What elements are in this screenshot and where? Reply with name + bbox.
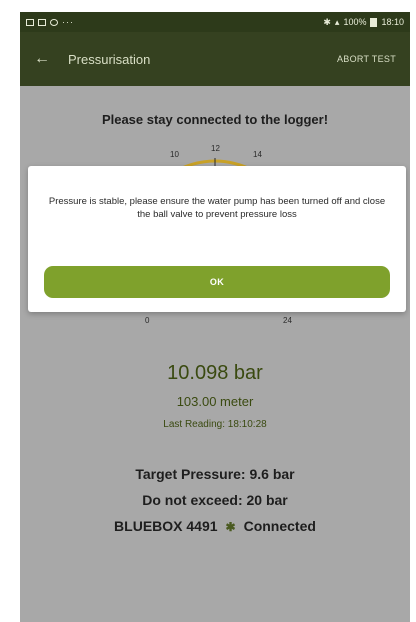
- last-reading-time: Last Reading: 18:10:28: [163, 419, 267, 430]
- status-right: ✱ ▴ 100% 18:10: [323, 17, 404, 28]
- gauge-bottom: 0 24: [20, 312, 410, 328]
- status-bar: ··· ✱ ▴ 100% 18:10: [20, 12, 410, 32]
- bluetooth-icon: ✱: [225, 520, 236, 534]
- battery-percent: 100%: [343, 17, 367, 27]
- pressure-reading: 10.098 bar: [167, 362, 263, 384]
- ok-button[interactable]: OK: [44, 266, 390, 298]
- page-title: Pressurisation: [68, 51, 151, 67]
- gauge-tick-label: 24: [283, 316, 292, 325]
- status-left: ···: [26, 17, 74, 27]
- device-name: BLUEBOX 4491: [114, 518, 218, 534]
- bluetooth-icon: ✱: [323, 16, 331, 27]
- max-pressure: Do not exceed: 20 bar: [142, 492, 288, 508]
- connection-status: Connected: [243, 518, 316, 534]
- connection-warning: Please stay connected to the logger!: [101, 112, 329, 127]
- device-screen: ··· ✱ ▴ 100% 18:10 ← Pressurisation ABOR…: [20, 12, 410, 622]
- gauge-tick-label: 14: [253, 150, 262, 159]
- gauge-tick-label: 0: [145, 316, 150, 325]
- meter-reading: 103.00 meter: [176, 394, 254, 409]
- battery-icon: [370, 17, 378, 27]
- abort-test-button[interactable]: ABORT TEST: [337, 54, 396, 64]
- target-pressure: Target Pressure: 9.6 bar: [135, 466, 295, 482]
- dialog-message: Pressure is stable, please ensure the wa…: [48, 196, 386, 220]
- stable-pressure-dialog: Pressure is stable, please ensure the wa…: [28, 166, 406, 312]
- notification-icon: [50, 18, 58, 26]
- notification-icon: [38, 18, 46, 26]
- status-more: ···: [62, 17, 74, 27]
- notification-icon: [26, 18, 34, 26]
- gauge-tick-label: 12: [211, 144, 220, 153]
- signal-icon: ▴: [334, 16, 340, 27]
- status-time: 18:10: [381, 17, 404, 27]
- gauge-tick-label: 10: [170, 150, 179, 159]
- app-bar: ← Pressurisation ABORT TEST: [20, 32, 410, 86]
- arrow-left-icon[interactable]: ←: [34, 50, 58, 68]
- device-connection: BLUEBOX 4491 ✱ Connected: [20, 518, 410, 534]
